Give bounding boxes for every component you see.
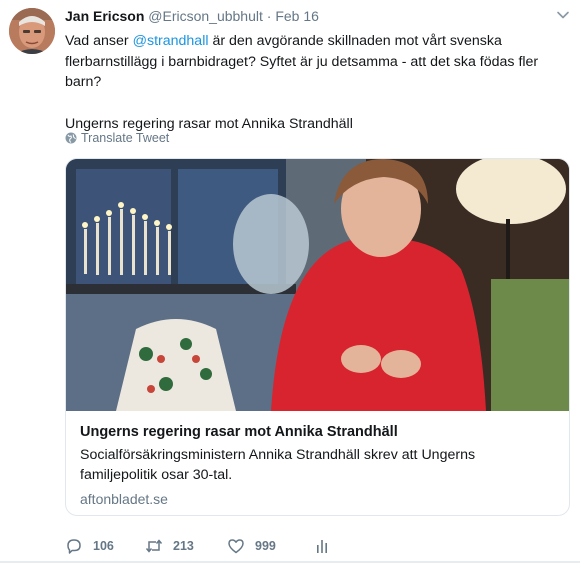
like-icon	[228, 539, 244, 554]
reply-icon	[67, 539, 81, 554]
card-image	[66, 159, 569, 411]
author-handle[interactable]: @Ericson_ubbhult	[148, 8, 263, 24]
analytics-icon	[317, 540, 327, 553]
retweet-count: 213	[173, 539, 194, 553]
like-count: 999	[255, 539, 276, 553]
card-body: Ungerns regering rasar mot Annika Strand…	[80, 422, 556, 507]
separator-dot: ·	[266, 8, 272, 24]
like-button[interactable]: 999	[227, 537, 313, 555]
translate-label: Translate Tweet	[81, 131, 170, 145]
card-title: Ungerns regering rasar mot Annika Strand…	[80, 424, 398, 440]
translate-tweet-button[interactable]: Translate Tweet	[65, 131, 169, 145]
globe-icon	[65, 132, 77, 144]
tweet-text-start: Vad anser	[65, 33, 133, 49]
retweet-icon	[145, 539, 163, 553]
card-description: Socialförsäkringsministern Annika Strand…	[80, 447, 476, 483]
reply-button[interactable]: 106	[65, 537, 145, 555]
author-name[interactable]: Jan Ericson	[65, 8, 144, 24]
tweet-date[interactable]: Feb 16	[275, 8, 319, 24]
chevron-down-icon[interactable]	[556, 8, 570, 22]
avatar[interactable]	[9, 8, 55, 54]
analytics-button[interactable]	[313, 537, 341, 555]
link-card[interactable]: Ungerns regering rasar mot Annika Strand…	[65, 158, 570, 516]
tweet-paragraph: Vad anser @strandhall är den avgörande s…	[65, 31, 560, 93]
retweet-button[interactable]: 213	[145, 537, 227, 555]
tweet-header: Jan Ericson @Ericson_ubbhult · Feb 16	[65, 7, 319, 25]
reply-count: 106	[93, 539, 114, 553]
tweet-text: Vad anser @strandhall är den avgörande s…	[65, 31, 560, 134]
tweet-actions: 106 213 999	[65, 535, 341, 557]
card-domain: aftonbladet.se	[80, 491, 168, 507]
mention-link[interactable]: @strandhall	[133, 33, 209, 49]
